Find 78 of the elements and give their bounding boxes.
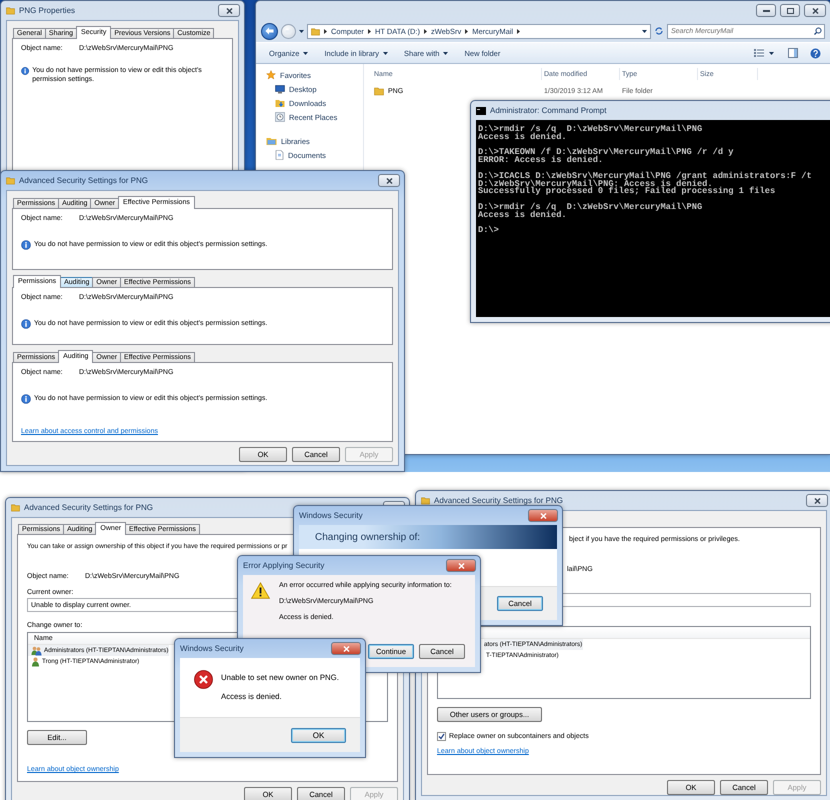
window-title: Advanced Security Settings for PNG [434,496,564,505]
preview-pane-icon [788,48,798,58]
close-icon [226,8,232,14]
close-icon [342,646,350,652]
refresh-icon [654,26,664,36]
close-icon [386,178,392,184]
close-button[interactable] [528,509,558,522]
forward-arrow-icon [284,28,292,34]
chevron-icon [424,28,427,34]
dialog-heading: Changing ownership of: [315,532,420,542]
window-title: Error Applying Security [243,561,326,570]
close-button[interactable] [806,494,828,507]
monitor-icon [275,84,285,94]
window-title: Administrator: Command Prompt [490,106,608,115]
library-folder-icon [266,136,277,146]
user-icon [31,656,40,666]
console-line: ERROR: Access is denied. [478,157,604,165]
minimize-icon [762,9,770,12]
window-title: Windows Security [299,511,364,520]
back-button[interactable] [261,22,278,40]
console-line: D:\> [478,227,500,236]
console-line: Access is denied. [478,212,567,220]
close-icon [812,8,818,14]
close-icon [814,498,820,504]
folder-icon [6,176,15,185]
error-icon [194,670,213,689]
chevron-icon [368,28,371,34]
maximize-button[interactable] [780,4,800,17]
close-button[interactable] [804,4,826,17]
console-line: D:\>TAKEOWN /f D:\zWebSrv\MercuryMail\PNG /r /d y [478,149,734,158]
console-line: D:\>ICACLS D:\zWebSrv\MercuryMail\PNG /grant administrators:F /t [478,172,813,181]
close-icon [458,562,464,568]
close-icon [540,512,546,518]
document-icon [275,150,284,160]
window-title: PNG Properties [19,6,76,15]
console-line: Successfully processed 0 files; Failed processing 1 files [478,188,776,196]
chevron-icon [517,28,520,34]
close-button[interactable] [331,642,361,655]
chevron-icon [465,28,468,34]
close-button[interactable] [218,4,240,17]
warning-icon [251,582,270,599]
checkbox[interactable] [437,732,446,741]
info-icon [21,66,30,76]
users-icon [31,646,42,656]
clock-icon [275,112,285,122]
dialog-button[interactable]: OK [291,728,346,742]
chevron-icon [324,28,327,34]
window-title: Advanced Security Settings for PNG [19,176,149,185]
info-icon [21,394,31,404]
folder-icon [6,6,15,15]
folder-icon [11,503,20,512]
help-icon [810,48,821,58]
caret-icon [642,30,647,32]
maximize-icon [786,8,794,14]
close-button[interactable] [446,559,476,572]
info-icon [21,319,31,329]
caret-icon [769,52,774,54]
search-icon [814,26,822,34]
console-icon [476,106,486,114]
checkmark-icon [438,733,445,740]
console-line: D:\>rmdir /s /q D:\zWebSrv\MercuryMail\PNG [478,126,704,134]
back-arrow-icon [265,27,274,35]
window-title: Advanced Security Settings for PNG [24,503,154,512]
folder-icon [311,26,320,36]
folder-icon [374,86,384,96]
console-line: Access is denied. [478,134,567,142]
view-options-icon [754,49,764,57]
caret-icon [383,52,388,54]
info-icon [21,240,31,250]
caret-icon [299,30,304,32]
caret-icon [443,52,448,54]
minimize-button[interactable] [756,4,776,17]
star-icon [266,70,276,80]
caret-icon [303,52,308,54]
window-title: Windows Security [180,644,245,653]
close-button[interactable] [378,174,400,187]
download-folder-icon [275,98,285,108]
console-line: D:\>rmdir /s /q D:\zWebSrv\MercuryMail\PNG [478,204,704,212]
